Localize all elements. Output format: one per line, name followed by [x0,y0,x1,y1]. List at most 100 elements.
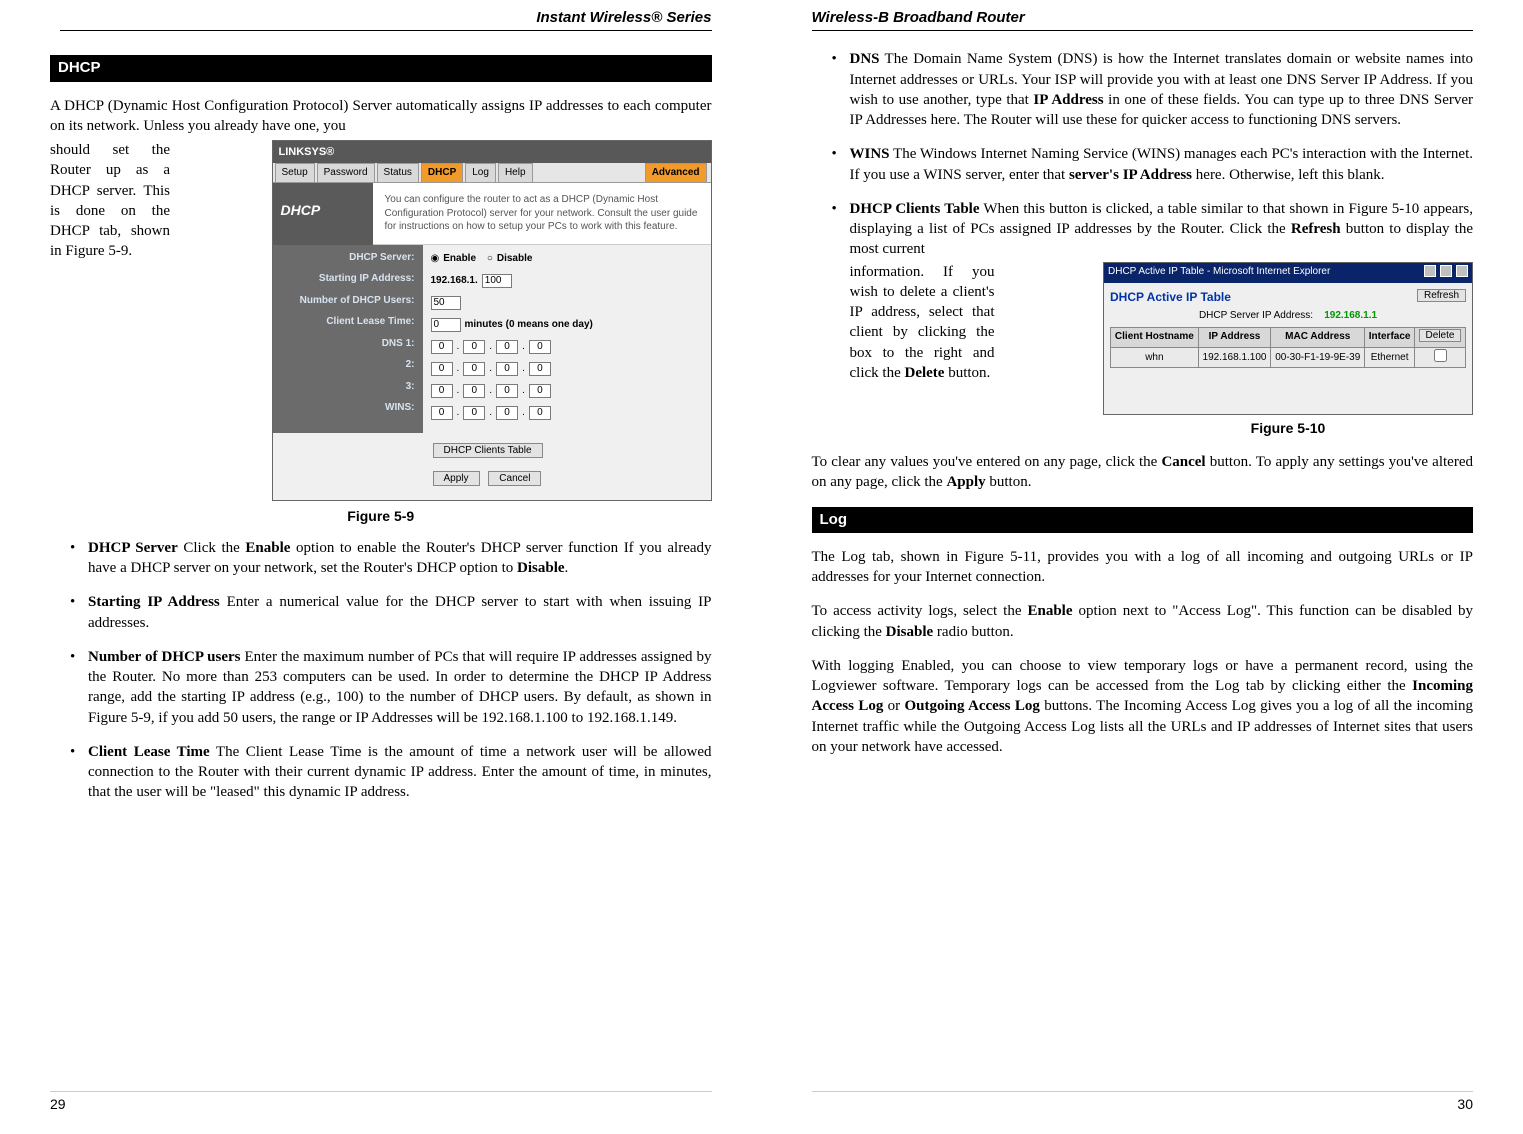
log-p3: With logging Enabled, you can choose to … [812,656,1474,757]
caption-5-10: Figure 5-10 [1103,419,1473,438]
radio-enable-icon[interactable]: ◉ [431,252,440,266]
close-icon[interactable] [1456,265,1468,277]
dns2-d[interactable] [529,362,551,376]
router-buttons: DHCP Clients Table Apply Cancel [273,433,711,501]
wins-c[interactable] [496,406,518,420]
wrap-block-510: DHCP Active IP Table - Microsoft Interne… [850,262,1474,439]
router-tabs: Setup Password Status DHCP Log Help Adva… [273,163,711,183]
cancel-button[interactable]: Cancel [488,471,541,486]
fig510-table: Client Hostname IP Address MAC Address I… [1110,327,1466,369]
fig510-title: DHCP Active IP Table [1110,289,1466,305]
dns1-d[interactable] [529,340,551,354]
row-wins: . . . [431,405,703,421]
radio-disable-icon[interactable]: ○ [487,252,493,266]
col-iface: Interface [1365,327,1415,347]
col-host: Client Hostname [1111,327,1199,347]
cell-iface: Ethernet [1365,347,1415,368]
maximize-icon[interactable] [1440,265,1452,277]
router-labels: DHCP Server: Starting IP Address: Number… [273,245,423,433]
page-left: Instant Wireless® Series DHCP A DHCP (Dy… [0,0,762,1134]
dns1-c[interactable] [496,340,518,354]
col-mac: MAC Address [1271,327,1365,347]
cell-mac: 00-30-F1-19-9E-39 [1271,347,1365,368]
delete-button[interactable]: Delete [1419,329,1462,342]
row-dns1: . . . [431,339,703,355]
dhcp-clients-button[interactable]: DHCP Clients Table [433,443,543,458]
row-select-checkbox[interactable] [1434,349,1447,362]
label-wins: WINS: [281,401,415,415]
page-right: Wireless-B Broadband Router DNS The Doma… [762,0,1523,1134]
dns2-b[interactable] [463,362,485,376]
page-header-left: Instant Wireless® Series [60,8,712,31]
start-input[interactable] [482,274,512,288]
row-start: 192.168.1. [431,273,703,289]
apply-button[interactable]: Apply [433,471,480,486]
dns2-c[interactable] [496,362,518,376]
fig510-server-line: DHCP Server IP Address: 192.168.1.1 [1110,309,1466,323]
refresh-button[interactable]: Refresh [1417,289,1466,302]
wins-a[interactable] [431,406,453,420]
start-prefix: 192.168.1. [431,274,478,288]
dns3-b[interactable] [463,384,485,398]
radio-disable-label: Disable [497,252,533,266]
dns3-a[interactable] [431,384,453,398]
label-lease: Client Lease Time: [281,315,415,329]
content-left: DHCP A DHCP (Dynamic Host Configuration … [50,49,712,1091]
window-controls [1423,265,1468,282]
wrap-text-59: should set the Router up as a DHCP serve… [50,140,170,262]
page-header-right: Wireless-B Broadband Router [812,8,1474,31]
left-bullets: DHCP Server Click the Enable option to e… [50,538,712,803]
dns2-a[interactable] [431,362,453,376]
row-num [431,295,703,311]
tab-password[interactable]: Password [317,163,375,182]
radio-enable-label: Enable [443,252,476,266]
label-dns3: 3: [281,380,415,394]
label-num: Number of DHCP Users: [281,294,415,308]
row-server: ◉ Enable ○ Disable [431,251,703,267]
tab-advanced[interactable]: Advanced [645,163,707,182]
cell-host: whn [1111,347,1199,368]
lease-input[interactable] [431,318,461,332]
page-number-right: 30 [812,1091,1474,1114]
bullet-starting-ip: Starting IP Address Enter a numerical va… [70,592,712,633]
bullet-lease-time: Client Lease Time The Client Lease Time … [70,742,712,803]
dns1-a[interactable] [431,340,453,354]
router-body: DHCP You can configure the router to act… [273,183,711,245]
router-inputs: ◉ Enable ○ Disable 192.168.1. [423,245,711,433]
row-lease: minutes (0 means one day) [431,317,703,333]
log-p2: To access activity logs, select the Enab… [812,601,1474,642]
content-right: DNS The Domain Name System (DNS) is how … [812,49,1474,1091]
caption-5-9: Figure 5-9 [50,507,712,526]
bullet-wins: WINS The Windows Internet Naming Service… [832,144,1474,185]
tab-status[interactable]: Status [377,163,419,182]
right-bullets-top: DNS The Domain Name System (DNS) is how … [812,49,1474,438]
label-dns2: 2: [281,358,415,372]
tab-setup[interactable]: Setup [275,163,315,182]
label-start: Starting IP Address: [281,272,415,286]
section-bar-log: Log [812,507,1474,533]
dhcp-clients-wrap: information. If you wish to delete a cli… [850,262,995,384]
router-brand: LINKSYS® [273,141,711,163]
tab-log[interactable]: Log [465,163,496,182]
tab-dhcp[interactable]: DHCP [421,163,463,182]
minimize-icon[interactable] [1424,265,1436,277]
wins-b[interactable] [463,406,485,420]
section-bar-dhcp: DHCP [50,55,712,81]
bullet-num-users: Number of DHCP users Enter the maximum n… [70,647,712,728]
tab-help[interactable]: Help [498,163,533,182]
router-form: DHCP Server: Starting IP Address: Number… [273,245,711,433]
dns3-c[interactable] [496,384,518,398]
dns3-d[interactable] [529,384,551,398]
page-number-left: 29 [50,1091,712,1114]
log-p1: The Log tab, shown in Figure 5-11, provi… [812,547,1474,588]
bullet-dns: DNS The Domain Name System (DNS) is how … [832,49,1474,130]
col-ip: IP Address [1198,327,1270,347]
num-input[interactable] [431,296,461,310]
wrap-block-59: LINKSYS® Setup Password Status DHCP Log … [50,140,712,501]
table-header-row: Client Hostname IP Address MAC Address I… [1111,327,1466,347]
table-row: whn 192.168.1.100 00-30-F1-19-9E-39 Ethe… [1111,347,1466,368]
dhcp-intro: A DHCP (Dynamic Host Configuration Proto… [50,96,712,137]
dns1-b[interactable] [463,340,485,354]
router-ui: LINKSYS® Setup Password Status DHCP Log … [273,141,711,500]
wins-d[interactable] [529,406,551,420]
